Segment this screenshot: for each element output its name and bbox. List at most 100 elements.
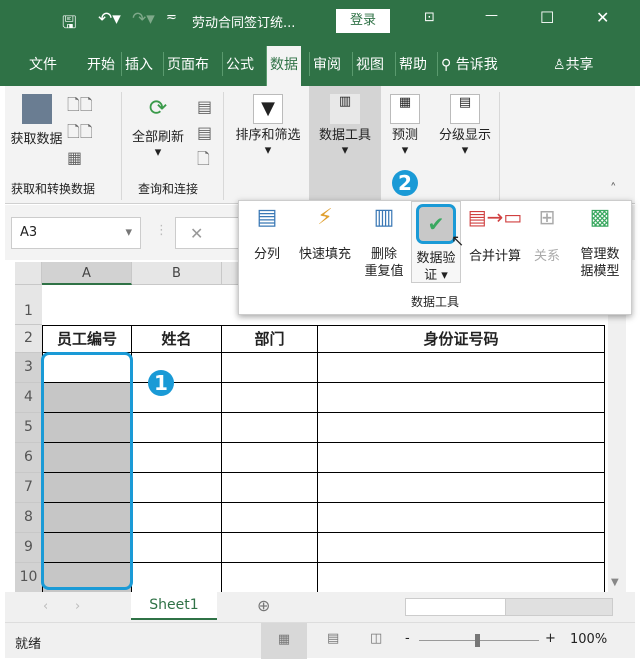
cell[interactable]: [222, 443, 318, 473]
consolidate-button[interactable]: ▤→▭ 合并计算: [465, 207, 525, 289]
data-tools-label: 数据工具: [318, 128, 371, 143]
sort-filter-label: 排序和筛选: [235, 128, 301, 143]
remove-duplicates-button[interactable]: ▥ 删除 重复值: [361, 205, 407, 289]
flash-fill-button[interactable]: ⚡ 快速填充: [293, 205, 357, 289]
get-data-button[interactable]: 获取数据: [9, 94, 64, 147]
cell[interactable]: [318, 533, 605, 563]
relationships-icon: ⊞: [538, 205, 556, 229]
add-sheet-icon[interactable]: ⊕: [257, 596, 270, 615]
tab-review[interactable]: 审阅: [309, 52, 344, 76]
cell[interactable]: [132, 503, 222, 533]
remove-duplicates-icon: ▥: [373, 205, 395, 230]
data-tools-dropdown: ▤ 分列 ⚡ 快速填充 ▥ 删除 重复值 ✔ 数据验证 ▾ ↖ ▤→▭ 合并计算 ⊞ 关系 ▩…: [238, 200, 632, 315]
zoom-slider[interactable]: [419, 634, 539, 647]
ribbon: 获取数据 🗋🗋 🗋🗋 ▦ 获取和转换数据 ⟳ 全部刷新 ▾ ▤ ▤ 🗋 查询和连接 ▼ 排序和…: [5, 86, 635, 204]
tab-help[interactable]: 帮助: [395, 52, 430, 76]
sheet-tab-sheet1[interactable]: Sheet1: [131, 592, 217, 620]
customize-qat-icon[interactable]: ≂: [166, 10, 177, 25]
cell[interactable]: [318, 353, 605, 383]
cell[interactable]: [318, 443, 605, 473]
share-button[interactable]: ♙共享: [550, 52, 597, 76]
refresh-all-button[interactable]: ⟳ 全部刷新 ▾: [127, 96, 189, 160]
cell[interactable]: [318, 563, 605, 593]
page-layout-view-icon[interactable]: ▤: [327, 631, 339, 646]
tab-view[interactable]: 视图: [352, 52, 387, 76]
cell[interactable]: [318, 383, 605, 413]
row-header-2[interactable]: 2: [15, 325, 42, 353]
row-header-9[interactable]: 9: [15, 533, 42, 563]
connections-icons[interactable]: ▤ ▤ 🗋: [197, 94, 212, 172]
row-header-3[interactable]: 3: [15, 353, 42, 383]
cell[interactable]: [132, 533, 222, 563]
tab-page-layout[interactable]: 页面布: [163, 52, 212, 76]
tab-formulas[interactable]: 公式: [222, 52, 257, 76]
row-header-7[interactable]: 7: [15, 473, 42, 503]
cell[interactable]: [132, 413, 222, 443]
prev-sheet-icon[interactable]: ‹: [43, 599, 48, 614]
header-cell-name[interactable]: 姓名: [132, 325, 222, 353]
cell[interactable]: [318, 503, 605, 533]
maximize-button[interactable]: ☐: [540, 8, 554, 27]
cell[interactable]: [132, 353, 222, 383]
tab-insert[interactable]: 插入: [121, 52, 156, 76]
outline-button[interactable]: ▤ 分级显示 ▾: [433, 94, 497, 158]
undo-icon[interactable]: ↶▾: [98, 9, 121, 29]
cell[interactable]: [132, 383, 222, 413]
tab-home[interactable]: 开始: [84, 52, 118, 76]
collapse-ribbon-icon[interactable]: ˄: [610, 182, 617, 197]
manage-data-model-button[interactable]: ▩ 管理数 据模型: [575, 207, 625, 289]
data-tools-button[interactable]: ▥ 数据工具 ▾: [309, 86, 381, 204]
row-header-5[interactable]: 5: [15, 413, 42, 443]
cell[interactable]: [222, 503, 318, 533]
tab-data[interactable]: 数据: [266, 46, 301, 86]
ribbon-tabs: 文件 开始 插入 页面布 公式 数据 审阅 视图 帮助 ⚲ 告诉我 ♙共享: [0, 42, 640, 86]
relationships-button: ⊞ 关系: [529, 205, 565, 289]
header-cell-id-number[interactable]: 身份证号码: [318, 325, 605, 353]
text-to-columns-button[interactable]: ▤ 分列: [249, 207, 285, 289]
row-header-1[interactable]: 1: [15, 285, 42, 325]
cell[interactable]: [318, 413, 605, 443]
flash-fill-icon: ⚡: [317, 205, 333, 230]
query-icons[interactable]: 🗋🗋 🗋🗋 ▦: [67, 94, 93, 167]
forecast-button[interactable]: ▦ 预测 ▾: [385, 94, 425, 158]
login-button[interactable]: 登录: [336, 9, 390, 33]
zoom-out-button[interactable]: -: [405, 631, 410, 646]
row-header-6[interactable]: 6: [15, 443, 42, 473]
refresh-all-label: 全部刷新: [131, 130, 184, 145]
save-icon[interactable]: 🖫: [62, 10, 76, 39]
minimize-button[interactable]: —: [485, 8, 498, 23]
cancel-formula-icon[interactable]: ✕: [175, 217, 245, 249]
zoom-level[interactable]: 100%: [570, 632, 607, 647]
row-header-4[interactable]: 4: [15, 383, 42, 413]
select-all[interactable]: [15, 262, 42, 285]
close-button[interactable]: ✕: [596, 8, 609, 27]
column-header-b[interactable]: B: [132, 262, 222, 285]
cell[interactable]: [132, 473, 222, 503]
tell-me[interactable]: ⚲ 告诉我: [437, 52, 501, 76]
cell[interactable]: [132, 443, 222, 473]
cell[interactable]: [222, 563, 318, 593]
header-cell-department[interactable]: 部门: [222, 325, 318, 353]
zoom-in-button[interactable]: +: [545, 631, 556, 646]
page-break-view-icon[interactable]: ◫: [370, 631, 382, 646]
cell[interactable]: [222, 473, 318, 503]
normal-view-icon[interactable]: ▦: [261, 623, 307, 659]
tab-file[interactable]: 文件: [26, 52, 60, 76]
cell[interactable]: [318, 473, 605, 503]
cell[interactable]: [132, 563, 222, 593]
manage-model-label-2: 据模型: [580, 264, 620, 279]
next-sheet-icon[interactable]: ›: [75, 599, 80, 614]
header-cell-employee-id[interactable]: 员工编号: [42, 325, 132, 353]
column-header-a[interactable]: A: [42, 262, 132, 285]
cell[interactable]: [222, 533, 318, 563]
cell[interactable]: [222, 353, 318, 383]
row-header-10[interactable]: 10: [15, 563, 42, 593]
status-bar: 就绪 ▦ ▤ ◫ - + 100%: [5, 622, 635, 659]
cell[interactable]: [222, 413, 318, 443]
ribbon-display-icon[interactable]: ⊡: [424, 10, 435, 25]
name-box[interactable]: A3 ▾: [11, 217, 141, 249]
row-header-8[interactable]: 8: [15, 503, 42, 533]
cell[interactable]: [222, 383, 318, 413]
horizontal-scrollbar[interactable]: [405, 598, 613, 616]
sort-filter-button[interactable]: ▼ 排序和筛选 ▾: [229, 94, 307, 158]
